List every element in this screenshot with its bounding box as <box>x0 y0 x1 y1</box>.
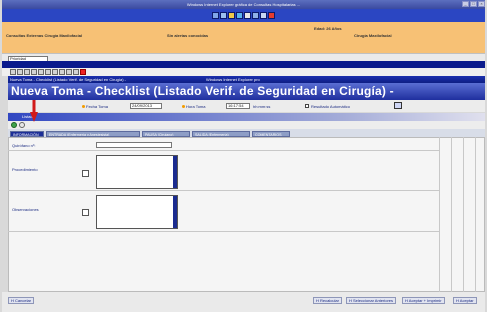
close-icon[interactable] <box>268 12 275 19</box>
forward-icon[interactable] <box>17 69 23 75</box>
scrollbar[interactable] <box>173 156 177 188</box>
edit-icon[interactable] <box>82 170 89 177</box>
favorites-icon[interactable] <box>220 12 227 19</box>
required-icon <box>182 105 185 109</box>
row-divider <box>8 150 439 151</box>
search-icon[interactable] <box>45 69 51 75</box>
quirofano-label: Quirófano nº: <box>12 143 36 148</box>
navy-strip <box>2 61 485 68</box>
footer-bar: H Cancelar H Recalcular H Seleccionar An… <box>2 292 485 312</box>
minimize-button[interactable]: _ <box>462 1 469 7</box>
ok-icon[interactable] <box>11 122 17 128</box>
date-time-row: Fecha Toma 24/09/2013 Hora Toma 16:17:54… <box>8 100 485 112</box>
date-label: Fecha Toma <box>82 104 108 109</box>
select-previous-button[interactable]: H Seleccionar Anteriores <box>346 297 397 304</box>
pin-icon[interactable] <box>80 69 86 75</box>
date-input[interactable]: 24/09/2013 <box>130 103 162 109</box>
service-label: Consultas Externas Cirugía Maxilofacial <box>6 33 83 38</box>
window-icon[interactable] <box>73 69 79 75</box>
actions-row <box>8 121 485 129</box>
settings-icon[interactable] <box>244 12 251 19</box>
top-toolbar <box>2 9 485 22</box>
inner-window-title: Nueva Toma - Checklist (Listado Verif. d… <box>10 77 126 82</box>
tabs-bar: INFORMACIÓN ENTRADA (Enfermería y Aneste… <box>8 129 485 137</box>
scrollbar[interactable] <box>173 196 177 228</box>
screen: Windows Internet Explorer gráfica de Con… <box>0 0 487 312</box>
section-band: Listado <box>8 113 485 121</box>
form-header: Nueva Toma - Checklist (Listado Verif. d… <box>8 83 485 100</box>
inner-window-titlebar: Nueva Toma - Checklist (Listado Verif. d… <box>8 76 485 83</box>
mail-icon[interactable] <box>236 12 243 19</box>
recalculate-button[interactable]: H Recalcular <box>313 297 342 304</box>
print-icon[interactable] <box>252 12 259 19</box>
window-title: Windows Internet Explorer gráfica de Con… <box>186 2 301 7</box>
row-divider <box>8 231 439 232</box>
back-icon[interactable] <box>10 69 16 75</box>
close-button[interactable]: × <box>478 1 485 7</box>
observaciones-label: Observaciones <box>12 207 39 212</box>
time-label: Hora Toma <box>182 104 206 109</box>
procedimiento-textarea[interactable] <box>96 155 178 189</box>
required-icon <box>82 105 85 109</box>
procedimiento-label: Procedimiento <box>12 167 38 172</box>
tools-icon[interactable] <box>260 12 267 19</box>
window-controls: _ □ × <box>462 1 485 7</box>
home-icon[interactable] <box>212 12 219 19</box>
secondary-toolbar <box>2 68 485 76</box>
red-arrow-icon <box>30 100 38 122</box>
document-icon[interactable] <box>31 69 37 75</box>
window-titlebar: Windows Internet Explorer gráfica de Con… <box>2 0 485 9</box>
calculator-icon[interactable] <box>394 102 402 109</box>
person-icon[interactable] <box>228 12 235 19</box>
accept-print-button[interactable]: H Aceptar + Imprimir <box>402 297 445 304</box>
age-label: Edad: 26 Años <box>314 26 342 31</box>
cancel-button[interactable]: H Cancelar <box>8 297 35 304</box>
patient-bar: Consultas Externas Cirugía Maxilofacial … <box>2 22 485 53</box>
auto-result-label: Resultado Automático <box>311 104 350 109</box>
grid-icon[interactable] <box>59 69 65 75</box>
pen-icon[interactable] <box>52 69 58 75</box>
form-content <box>8 137 485 292</box>
auto-result-checkbox[interactable] <box>305 104 309 108</box>
maximize-button[interactable]: □ <box>470 1 477 7</box>
edit-icon[interactable] <box>82 209 89 216</box>
observaciones-textarea[interactable] <box>96 195 178 229</box>
page-title: Nueva Toma - Checklist (Listado Verif. d… <box>11 84 394 98</box>
time-format: hh:mm:ss <box>253 104 271 109</box>
row-divider <box>8 190 439 191</box>
right-columns <box>439 137 485 292</box>
inner-window-browser: Windows Internet Explorer pro <box>205 77 260 82</box>
refresh-icon[interactable] <box>24 69 30 75</box>
accept-button[interactable]: H Aceptar <box>453 297 477 304</box>
combo-bar <box>2 53 485 61</box>
quirofano-input[interactable] <box>96 142 172 148</box>
time-input[interactable]: 16:17:54 <box>226 103 250 109</box>
alerts-label: Sin alertas conocidas <box>167 33 209 38</box>
department-label: Cirugía Maxilofacial <box>354 33 392 38</box>
refresh-icon[interactable] <box>19 122 25 128</box>
copy-icon[interactable] <box>38 69 44 75</box>
print-icon[interactable] <box>66 69 72 75</box>
